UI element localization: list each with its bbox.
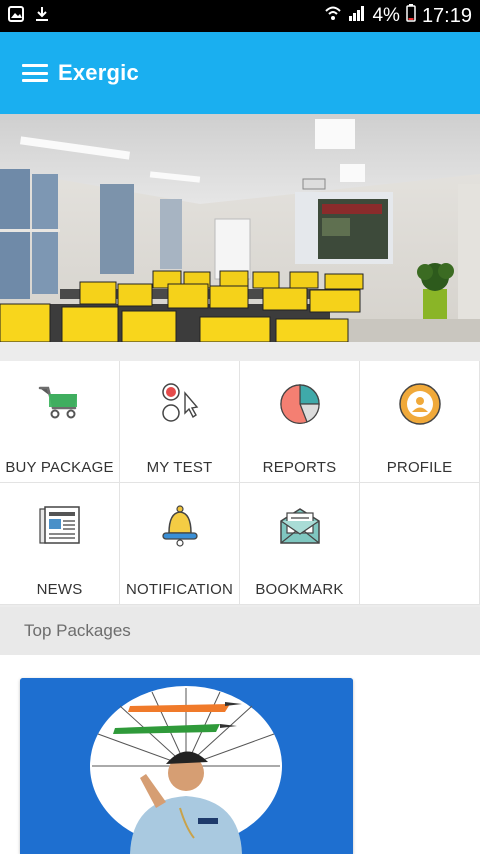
download-icon [34,6,50,27]
bell-icon [157,503,203,549]
image-icon [8,5,24,27]
my-test-label: MY TEST [146,459,213,476]
hamburger-menu-icon[interactable] [22,64,48,82]
packages-list [0,655,480,854]
news-label: NEWS [36,581,83,598]
bookmark-button[interactable]: BOOKMARK [240,483,360,605]
hero-banner-image [0,114,480,342]
top-packages-heading: Top Packages [0,607,480,655]
package-card-image [20,678,353,854]
test-icon [157,381,203,427]
app-title: Exergic [58,60,139,85]
cart-icon [37,381,83,427]
my-test-button[interactable]: MY TEST [120,361,240,483]
buy-package-button[interactable]: BUY PACKAGE [0,361,120,483]
notification-label: NOTIFICATION [125,581,234,598]
empty-grid-cell [360,483,480,605]
profile-button[interactable]: PROFILE [360,361,480,483]
profile-label: PROFILE [386,459,453,476]
battery-icon [406,4,416,28]
battery-percent: 4% [372,5,400,26]
news-button[interactable]: NEWS [0,483,120,605]
wifi-icon [324,4,342,28]
reports-label: REPORTS [262,459,337,476]
clock: 17:19 [421,4,472,27]
envelope-icon [277,503,323,549]
profile-icon [397,381,443,427]
status-bar: 4% 17:19 [0,0,480,32]
newspaper-icon [37,503,83,549]
reports-button[interactable]: REPORTS [240,361,360,483]
package-card[interactable] [20,678,353,854]
signal-icon [348,5,366,27]
bookmark-label: BOOKMARK [255,581,344,598]
buy-package-label: BUY PACKAGE [5,459,114,476]
app-bar: Exergic [0,32,480,114]
notification-button[interactable]: NOTIFICATION [120,483,240,605]
pie-chart-icon [277,381,323,427]
menu-grid: BUY PACKAGE MY TEST REPORTS PROFILE NEWS… [0,361,480,605]
